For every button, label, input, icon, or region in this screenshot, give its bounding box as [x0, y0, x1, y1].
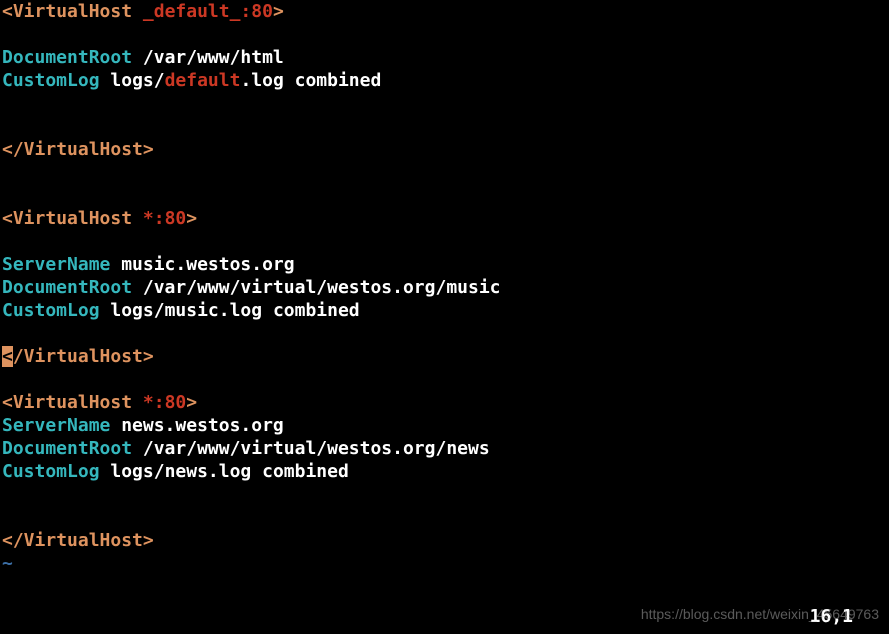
code-line: DocumentRoot /var/www/virtual/westos.org… [0, 437, 889, 460]
code-line [0, 368, 889, 391]
directive-customlog: CustomLog [2, 300, 100, 321]
tag-virtualhost-close: /VirtualHost [13, 530, 143, 551]
vhost-arg: _default_:80 [132, 1, 273, 22]
directive-value: music.westos.org [110, 254, 294, 275]
code-line [0, 92, 889, 115]
angle-close: > [273, 1, 284, 22]
directive-value: logs/music.log combined [100, 300, 360, 321]
log-suffix: .log combined [240, 70, 381, 91]
angle-close: > [143, 139, 154, 160]
directive-customlog: CustomLog [2, 461, 100, 482]
tag-virtualhost: VirtualHost [13, 208, 132, 229]
code-line: <VirtualHost *:80> [0, 391, 889, 414]
tag-virtualhost-close: /VirtualHost [13, 139, 143, 160]
code-line: DocumentRoot /var/www/html [0, 46, 889, 69]
angle-open: < [2, 392, 13, 413]
directive-value [132, 47, 143, 68]
code-line: </VirtualHost> [0, 529, 889, 552]
tag-virtualhost: VirtualHost [13, 1, 132, 22]
angle-close: > [186, 392, 197, 413]
code-line: </VirtualHost> [0, 345, 889, 368]
code-line: CustomLog logs/default.log combined [0, 69, 889, 92]
directive-value: news.westos.org [110, 415, 283, 436]
tag-virtualhost: VirtualHost [13, 392, 132, 413]
code-line [0, 161, 889, 184]
directive-value: /var/www/virtual/westos.org/news [132, 438, 490, 459]
angle-close: > [186, 208, 197, 229]
angle-close: > [143, 346, 154, 367]
code-line [0, 184, 889, 207]
code-line [0, 115, 889, 138]
directive-value: /var/www/html [143, 47, 284, 68]
angle-open: < [2, 530, 13, 551]
code-line: <VirtualHost *:80> [0, 207, 889, 230]
code-line: ServerName music.westos.org [0, 253, 889, 276]
code-line [0, 23, 889, 46]
directive-documentroot: DocumentRoot [2, 47, 132, 68]
code-line: DocumentRoot /var/www/virtual/westos.org… [0, 276, 889, 299]
code-line: CustomLog logs/music.log combined [0, 299, 889, 322]
directive-servername: ServerName [2, 415, 110, 436]
directive-documentroot: DocumentRoot [2, 438, 132, 459]
log-prefix: logs/ [110, 70, 164, 91]
vhost-arg: *:80 [132, 208, 186, 229]
angle-open: < [2, 208, 13, 229]
log-redpart: default [165, 70, 241, 91]
code-line [0, 483, 889, 506]
code-line: <VirtualHost _default_:80> [0, 0, 889, 23]
vhost-arg: *:80 [132, 392, 186, 413]
terminal-editor[interactable]: <VirtualHost _default_:80> DocumentRoot … [0, 0, 889, 634]
angle-open: < [2, 1, 13, 22]
angle-open: < [2, 139, 13, 160]
directive-servername: ServerName [2, 254, 110, 275]
code-line: </VirtualHost> [0, 138, 889, 161]
vim-tilde: ~ [2, 553, 13, 574]
vim-status-position: 16,1 [0, 605, 883, 628]
code-line: ServerName news.westos.org [0, 414, 889, 437]
directive-value: /var/www/virtual/westos.org/music [132, 277, 500, 298]
cursor: < [2, 346, 13, 367]
code-line: CustomLog logs/news.log combined [0, 460, 889, 483]
code-line [0, 506, 889, 529]
code-line [0, 322, 889, 345]
space [100, 70, 111, 91]
tag-virtualhost-close: /VirtualHost [13, 346, 143, 367]
directive-customlog: CustomLog [2, 70, 100, 91]
angle-close: > [143, 530, 154, 551]
code-line [0, 230, 889, 253]
code-line: ~ [0, 552, 889, 575]
directive-value: logs/news.log combined [100, 461, 349, 482]
directive-documentroot: DocumentRoot [2, 277, 132, 298]
